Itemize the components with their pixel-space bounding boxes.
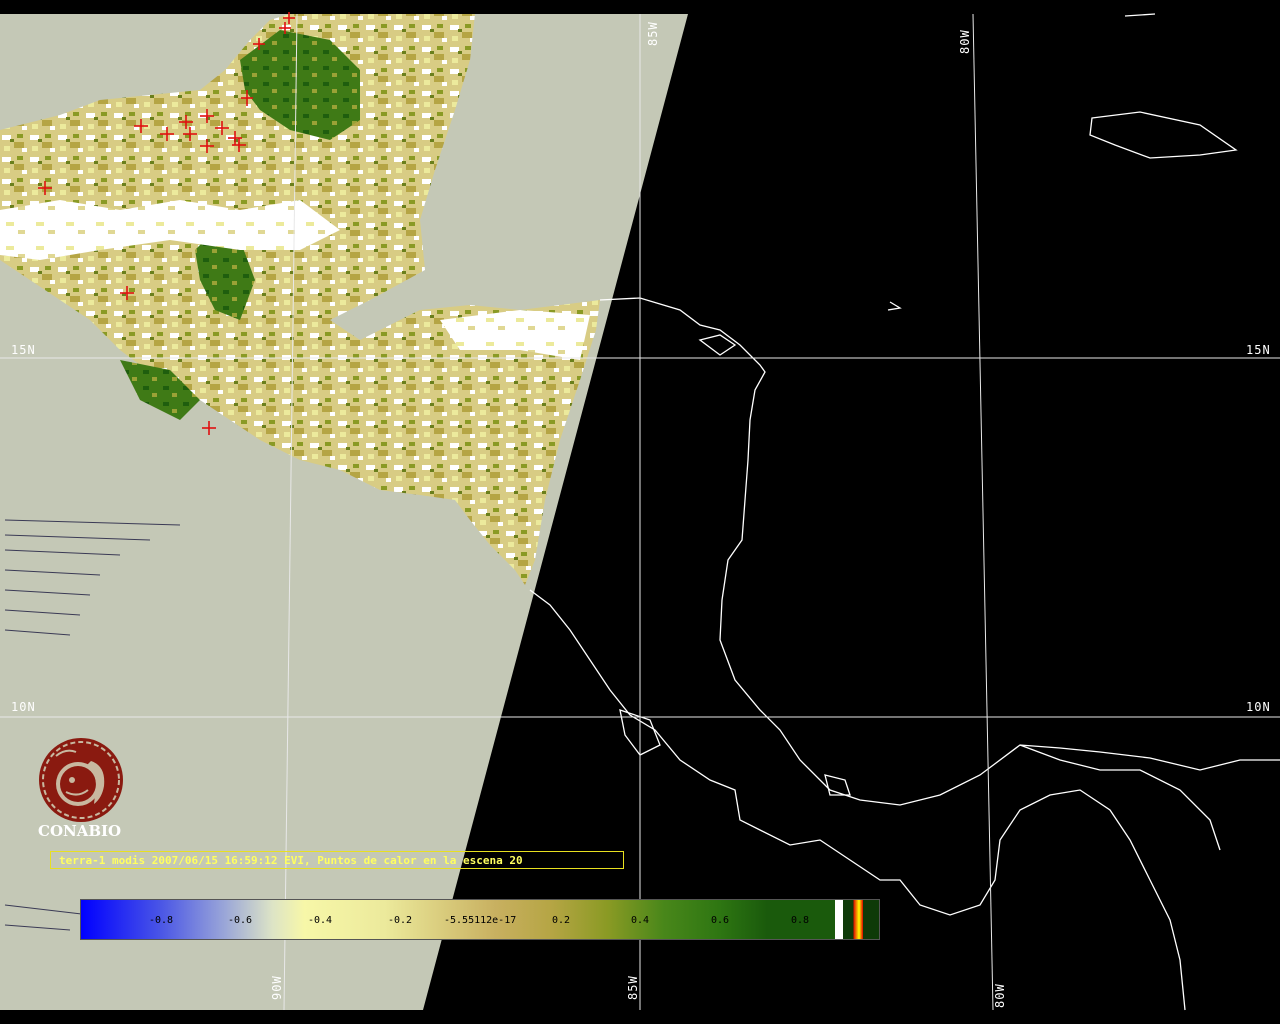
conabio-logo	[36, 736, 128, 828]
lat-label-10n-left: 10N	[11, 700, 36, 714]
lon-label-90w-bottom: 90W	[270, 975, 284, 1000]
colorbar-tick: 0.4	[631, 915, 650, 926]
colorbar-tick: 0.8	[791, 915, 810, 926]
evi-color-scale: -0.8 -0.6 -0.4 -0.2 -5.55112e-17 0.2 0.4…	[80, 899, 880, 940]
conabio-name: CONABIO	[38, 822, 122, 840]
lon-label-80w-top: 80W	[958, 29, 972, 54]
satellite-map	[0, 0, 1280, 1024]
colorbar-tick: -0.8	[149, 915, 174, 926]
colorbar-tick: -0.2	[388, 915, 413, 926]
conabio-emblem-icon	[39, 738, 123, 822]
colorbar-tick: 0.6	[711, 915, 730, 926]
colorbar-tick: -0.6	[228, 915, 253, 926]
lon-label-85w-top: 85W	[646, 21, 660, 46]
colorbar-tick: -5.55112e-17	[444, 915, 517, 926]
lat-label-15n-right: 15N	[1246, 343, 1271, 357]
lon-label-80w-bottom: 80W	[993, 983, 1007, 1008]
colorbar-tick: 0.2	[552, 915, 571, 926]
lon-label-85w-bottom: 85W	[626, 975, 640, 1000]
scene-caption: terra-1 modis 2007/06/15 16:59:12 EVI, P…	[50, 851, 624, 869]
lat-label-15n-left: 15N	[11, 343, 36, 357]
lat-label-10n-right: 10N	[1246, 700, 1271, 714]
colorbar-tick: -0.4	[308, 915, 333, 926]
